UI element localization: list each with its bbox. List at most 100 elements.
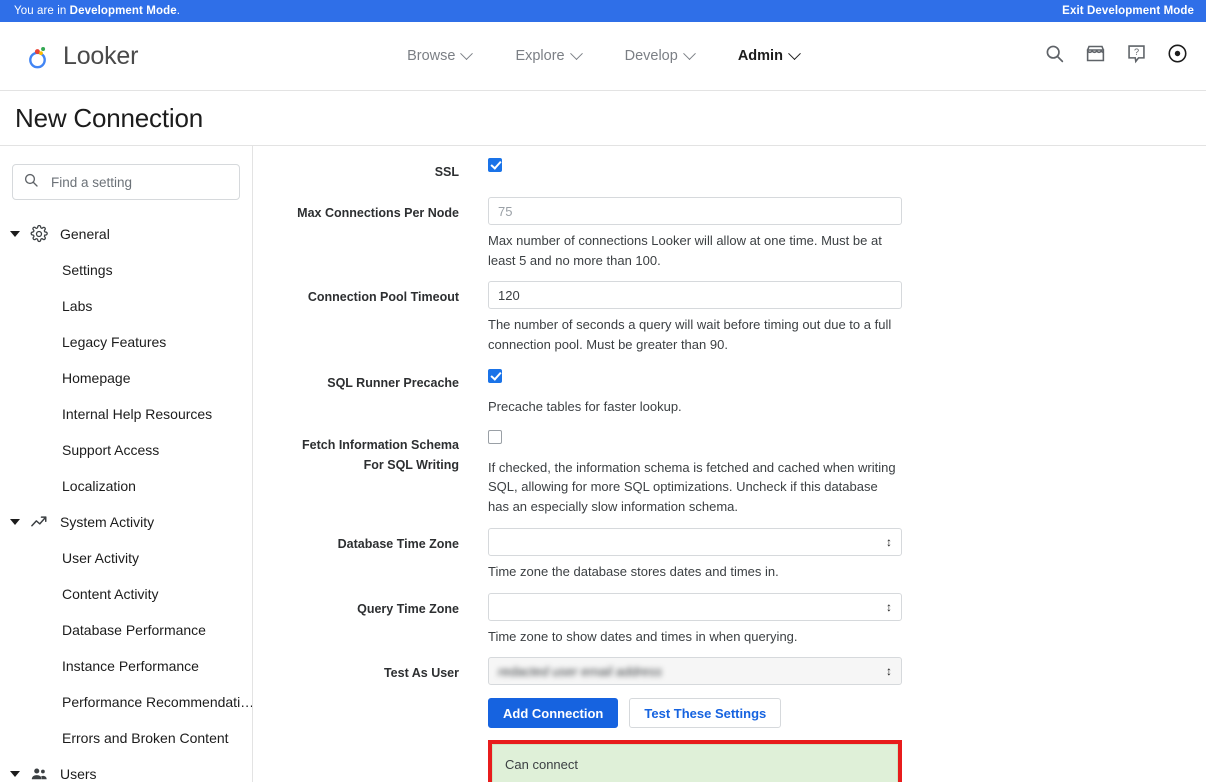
database-time-zone-help: Time zone the database stores dates and …	[488, 564, 779, 579]
max-connections-help: Max number of connections Looker will al…	[488, 233, 882, 268]
connection-pool-timeout-label: Connection Pool Timeout	[307, 290, 459, 304]
sidebar-item-internal-help-resources[interactable]: Internal Help Resources	[0, 396, 252, 432]
top-nav-icon-group: ?	[1044, 43, 1188, 69]
caret-down-icon	[10, 771, 20, 777]
max-connections-input[interactable]	[488, 197, 902, 225]
select-updown-arrow-icon: ↕	[886, 664, 892, 678]
query-time-zone-select[interactable]: ↕	[488, 592, 902, 621]
looker-brand[interactable]: Looker	[24, 41, 138, 71]
sql-runner-precache-help: Precache tables for faster lookup.	[488, 399, 682, 414]
query-time-zone-help: Time zone to show dates and times in whe…	[488, 628, 798, 644]
connection-test-result-body: Can connect JDBC string: redacted jdbc c…	[492, 744, 898, 782]
sidebar-group-system-activity-label: System Activity	[60, 514, 155, 530]
sidebar-group-users-label: Users	[60, 766, 97, 782]
sidebar-group-general-label: General	[60, 226, 110, 242]
exit-development-mode-link[interactable]: Exit Development Mode	[1062, 5, 1194, 17]
search-icon	[23, 172, 39, 193]
trend-up-icon	[30, 513, 48, 531]
database-time-zone-label: Database Time Zone	[337, 537, 459, 551]
field-row-sql-runner-precache: SQL Runner Precache Precache tables for …	[253, 367, 1206, 417]
nav-item-admin-label: Admin	[737, 48, 783, 64]
nav-item-develop[interactable]: Develop	[625, 46, 696, 64]
chevron-down-icon	[788, 46, 801, 60]
caret-down-icon	[10, 231, 20, 237]
search-input[interactable]	[49, 173, 229, 191]
form-actions-row: Add Connection Test These Settings Can c…	[253, 698, 1206, 782]
admin-sidebar: General Settings Labs Legacy Features Ho…	[0, 146, 253, 782]
sidebar-item-performance-recommendations[interactable]: Performance Recommendati…	[0, 684, 252, 720]
database-time-zone-select[interactable]: ↕	[488, 528, 902, 556]
field-row-query-time-zone: Query Time Zone ↕ Time zone to show date…	[253, 592, 1206, 647]
dev-banner-suffix: .	[176, 5, 181, 17]
sql-runner-precache-label: SQL Runner Precache	[327, 376, 459, 390]
query-time-zone-label: Query Time Zone	[357, 601, 459, 616]
select-updown-arrow-icon: ↕	[886, 599, 892, 614]
page-title: New Connection	[15, 102, 203, 133]
main-menu: Browse Explore Develop Admin	[0, 46, 1206, 64]
max-connections-label: Max Connections Per Node	[297, 206, 459, 220]
form-actions-spacer	[289, 698, 459, 704]
page-title-bar: New Connection	[0, 91, 1206, 146]
chevron-down-icon	[682, 46, 696, 60]
sidebar-item-database-performance[interactable]: Database Performance	[0, 612, 252, 648]
field-row-max-connections: Max Connections Per Node Max number of c…	[253, 197, 1206, 270]
nav-item-explore[interactable]: Explore	[515, 46, 583, 64]
nav-item-admin[interactable]: Admin	[737, 46, 801, 64]
sidebar-item-instance-performance[interactable]: Instance Performance	[0, 648, 252, 684]
sidebar-group-general[interactable]: General	[0, 216, 252, 252]
gear-icon	[30, 224, 48, 243]
help-icon[interactable]: ?	[1126, 43, 1147, 69]
dev-banner-prefix: You are in	[14, 5, 70, 17]
users-icon	[30, 765, 48, 782]
development-mode-message: You are in Development Mode.	[14, 5, 180, 17]
sql-runner-precache-checkbox[interactable]	[488, 368, 502, 383]
fetch-information-schema-help: If checked, the information schema is fe…	[488, 459, 896, 514]
field-row-database-time-zone: Database Time Zone ↕ Time zone the datab…	[253, 528, 1206, 582]
sidebar-item-legacy-features[interactable]: Legacy Features	[0, 324, 252, 360]
select-updown-arrow-icon: ↕	[886, 535, 892, 549]
sidebar-item-homepage[interactable]: Homepage	[0, 360, 252, 396]
test-as-user-value: redacted user email address	[498, 663, 663, 679]
field-row-test-as-user: Test As User redacted user email address…	[253, 657, 1206, 685]
connection-pool-timeout-help: The number of seconds a query will wait …	[488, 317, 892, 352]
nav-item-browse[interactable]: Browse	[407, 46, 474, 64]
development-mode-icon[interactable]	[1167, 43, 1188, 69]
ssl-label: SSL	[434, 165, 459, 179]
test-these-settings-button[interactable]: Test These Settings	[629, 698, 782, 728]
sidebar-item-localization[interactable]: Localization	[0, 468, 252, 504]
test-as-user-select[interactable]: redacted user email address ↕	[488, 657, 902, 685]
add-connection-button[interactable]: Add Connection	[488, 698, 619, 728]
looker-logo-icon	[24, 41, 54, 71]
chevron-down-icon	[569, 46, 583, 60]
settings-search-box[interactable]	[12, 164, 240, 200]
form-action-buttons: Add Connection Test These Settings	[488, 698, 873, 728]
sidebar-item-content-activity[interactable]: Content Activity	[0, 576, 252, 612]
search-icon[interactable]	[1044, 43, 1065, 69]
caret-down-icon	[10, 519, 20, 525]
sidebar-item-labs[interactable]: Labs	[0, 288, 252, 324]
sidebar-group-system-activity[interactable]: System Activity	[0, 504, 252, 540]
page-body: General Settings Labs Legacy Features Ho…	[0, 146, 1206, 782]
marketplace-icon[interactable]	[1085, 43, 1106, 69]
dev-banner-strong: Development Mode	[69, 5, 177, 17]
connection-status-text: Can connect	[505, 757, 578, 772]
field-row-ssl: SSL	[253, 156, 1206, 182]
fetch-information-schema-checkbox[interactable]	[488, 430, 502, 445]
nav-item-explore-label: Explore	[515, 48, 565, 64]
connection-settings-form: SSL Max Connections Per Node Max number …	[253, 146, 1206, 782]
top-navigation-bar: Looker Browse Explore Develop Admin ?	[0, 22, 1206, 91]
sidebar-item-errors-and-broken-content[interactable]: Errors and Broken Content	[0, 720, 252, 756]
looker-wordmark: Looker	[63, 41, 139, 70]
sidebar-item-user-activity[interactable]: User Activity	[0, 540, 252, 576]
test-as-user-label: Test As User	[383, 666, 459, 680]
development-mode-banner: You are in Development Mode. Exit Develo…	[0, 0, 1206, 22]
ssl-checkbox[interactable]	[488, 157, 502, 172]
sidebar-item-settings[interactable]: Settings	[0, 252, 252, 288]
field-row-fetch-information-schema: Fetch Information Schema For SQL Writing…	[253, 429, 1206, 517]
connection-pool-timeout-input[interactable]	[488, 281, 902, 309]
fetch-information-schema-label: Fetch Information Schema For SQL Writing	[302, 437, 459, 472]
sidebar-item-support-access[interactable]: Support Access	[0, 432, 252, 468]
field-row-connection-pool-timeout: Connection Pool Timeout The number of se…	[253, 281, 1206, 354]
sidebar-group-users[interactable]: Users	[0, 756, 252, 782]
nav-item-browse-label: Browse	[407, 48, 456, 64]
